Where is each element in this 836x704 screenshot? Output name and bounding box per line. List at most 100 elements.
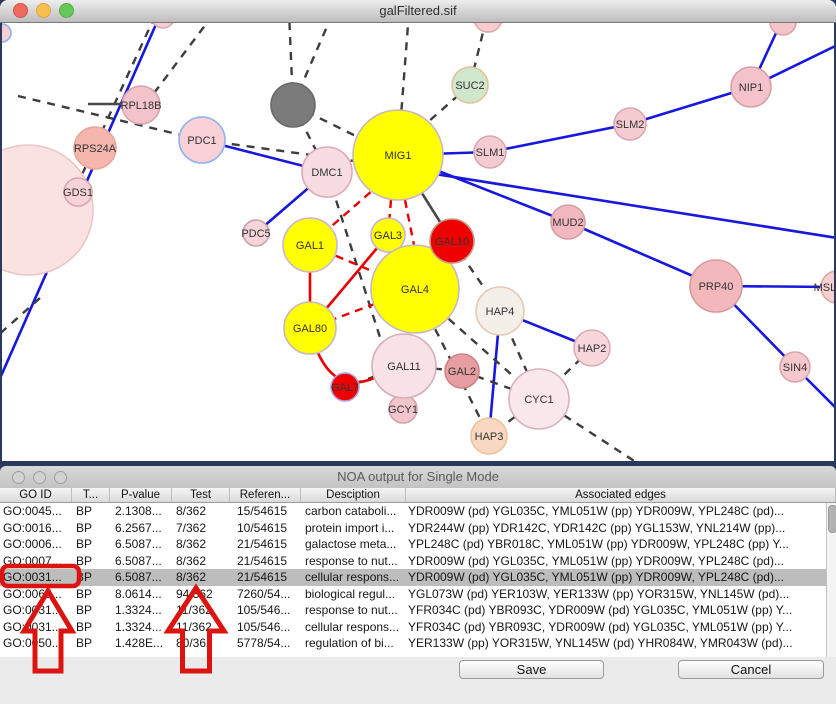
graph-edge <box>410 170 836 240</box>
table-cell: YFR034C (pd) YBR093C, YDR009W (pd) YGL03… <box>406 619 826 636</box>
table-cell: GO:0016... <box>0 520 72 537</box>
table-cell: 6.5087... <box>110 553 172 570</box>
node-label: GAL80 <box>293 323 327 335</box>
table-cell: 94/362 <box>172 586 230 603</box>
node-label: RPS24A <box>74 143 117 155</box>
table-cell: cellular respons... <box>301 619 406 636</box>
node-label: GAL11 <box>387 361 420 373</box>
table-cell: GO:0031... <box>0 619 72 636</box>
column-header[interactable]: Referen... <box>230 488 301 502</box>
table-cell: 8/362 <box>172 503 230 520</box>
table-cell: regulation of bi... <box>301 635 406 652</box>
table-cell: 6.5087... <box>110 536 172 553</box>
node-label: RPL18B <box>121 100 162 112</box>
graph-node[interactable] <box>271 83 315 127</box>
table-row[interactable]: GO:0045...BP2.1308...8/36215/54615carbon… <box>0 503 826 520</box>
table-cell: YDR009W (pd) YGL035C, YML051W (pp) YDR00… <box>406 503 826 520</box>
node-label: PDC1 <box>187 135 216 147</box>
graph-window-title: galFiltered.sif <box>0 0 836 22</box>
column-header[interactable]: Test <box>172 488 230 502</box>
node-label: GAL1 <box>296 240 324 252</box>
node-label: GAL10 <box>435 236 469 248</box>
table-cell: GO:0045... <box>0 503 72 520</box>
table-cell: 11/362 <box>172 619 230 636</box>
table-cell: YDR244W (pp) YDR142C, YDR142C (pp) YGL15… <box>406 520 826 537</box>
table-cell: BP <box>72 619 110 636</box>
table-cell: BP <box>72 586 110 603</box>
table-row[interactable]: GO:0016...BP6.2567...7/36210/54615protei… <box>0 520 826 537</box>
table-cell: GO:0050... <box>0 635 72 652</box>
table-cell: GO:0007... <box>0 553 72 570</box>
table-cell: GO:0006... <box>0 536 72 553</box>
table-cell: GO:0031... <box>0 569 72 586</box>
column-header[interactable]: Associated edges <box>406 488 836 502</box>
graph-edge <box>490 124 630 152</box>
table-cell: BP <box>72 569 110 586</box>
node-label: SIN4 <box>783 362 807 374</box>
button-panel: Save Cancel <box>0 657 836 704</box>
noa-window: NOA output for Single Mode GO IDT...P-va… <box>0 466 836 704</box>
node-label: NIP1 <box>739 82 763 94</box>
graph-node[interactable] <box>0 145 93 275</box>
node-label: HAP4 <box>486 306 515 318</box>
column-header[interactable]: P-value <box>110 488 172 502</box>
scrollbar-thumb[interactable] <box>828 505 836 533</box>
node-label: GAL4 <box>401 284 429 296</box>
table-cell: 105/546... <box>230 619 301 636</box>
table-cell: 1.3324... <box>110 602 172 619</box>
graph-edge <box>405 200 415 250</box>
network-canvas[interactable]: RPL18BRPS24AGDS1PDC1DMC1PDC5SUC2SLM1SLM2… <box>0 0 836 461</box>
table-cell: BP <box>72 602 110 619</box>
node-label: GCY1 <box>388 404 418 416</box>
node-label: SLM1 <box>476 147 505 159</box>
table-row[interactable]: GO:0031...BP6.5087...8/36221/54615cellul… <box>0 569 826 586</box>
column-header[interactable]: T... <box>72 488 110 502</box>
save-button[interactable]: Save <box>459 660 604 679</box>
table-row[interactable]: GO:0006...BP6.5087...8/36221/54615galact… <box>0 536 826 553</box>
table-cell: 8/362 <box>172 553 230 570</box>
column-header[interactable]: GO ID <box>0 488 72 502</box>
table-cell: 10/54615 <box>230 520 301 537</box>
table-cell: carbon cataboli... <box>301 503 406 520</box>
node-label: MUD2 <box>552 217 583 229</box>
node-label: MSL1 <box>814 282 836 294</box>
table-cell: 21/54615 <box>230 536 301 553</box>
table-row[interactable]: GO:0065...BP8.0614...94/3627260/54...bio… <box>0 586 826 603</box>
table-cell: YER133W (pp) YOR315W, YNL145W (pd) YHR08… <box>406 635 826 652</box>
cancel-button[interactable]: Cancel <box>678 660 824 679</box>
table-row[interactable]: GO:0031...BP1.3324...11/362105/546...res… <box>0 602 826 619</box>
table-cell: 5778/54... <box>230 635 301 652</box>
table-cell: GO:0065... <box>0 586 72 603</box>
table-cell: biological regul... <box>301 586 406 603</box>
node-label: HAP3 <box>475 431 504 443</box>
table-cell: 8.0614... <box>110 586 172 603</box>
table-cell: YGL073W (pd) YER103W, YER133W (pp) YOR31… <box>406 586 826 603</box>
table-cell: response to nut... <box>301 602 406 619</box>
screen: RPL18BRPS24AGDS1PDC1DMC1PDC5SUC2SLM1SLM2… <box>0 0 836 704</box>
table-cell: 11/362 <box>172 602 230 619</box>
table-cell: 15/54615 <box>230 503 301 520</box>
table-body: GO:0045...BP2.1308...8/36215/54615carbon… <box>0 503 826 657</box>
table-cell: YDR009W (pd) YGL035C, YML051W (pp) YDR00… <box>406 553 826 570</box>
table-cell: response to nut... <box>301 553 406 570</box>
node-label: GAL2 <box>448 366 476 378</box>
table-cell: YDR009W (pd) YGL035C, YML051W (pp) YDR00… <box>406 569 826 586</box>
noa-titlebar: NOA output for Single Mode <box>0 466 836 489</box>
column-header[interactable]: Desciption <box>301 488 406 502</box>
table-cell: 1.3324... <box>110 619 172 636</box>
graph-window: RPL18BRPS24AGDS1PDC1DMC1PDC5SUC2SLM1SLM2… <box>0 0 836 461</box>
table-cell: 6.2567... <box>110 520 172 537</box>
table-cell: 7260/54... <box>230 586 301 603</box>
table-cell: protein import i... <box>301 520 406 537</box>
table-cell: BP <box>72 553 110 570</box>
table-cell: BP <box>72 503 110 520</box>
node-label: DMC1 <box>311 167 342 179</box>
table-row[interactable]: GO:0050...BP1.428E...80/3625778/54...reg… <box>0 635 826 652</box>
table-scrollbar[interactable] <box>826 503 836 657</box>
table-row[interactable]: GO:0007...BP6.5087...8/36221/54615respon… <box>0 553 826 570</box>
table-cell: 105/546... <box>230 602 301 619</box>
table-cell: 7/362 <box>172 520 230 537</box>
table-cell: YPL248C (pd) YBR018C, YML051W (pp) YDR00… <box>406 536 826 553</box>
table-row[interactable]: GO:0031...BP1.3324...11/362105/546...cel… <box>0 619 826 636</box>
table-cell: 21/54615 <box>230 569 301 586</box>
